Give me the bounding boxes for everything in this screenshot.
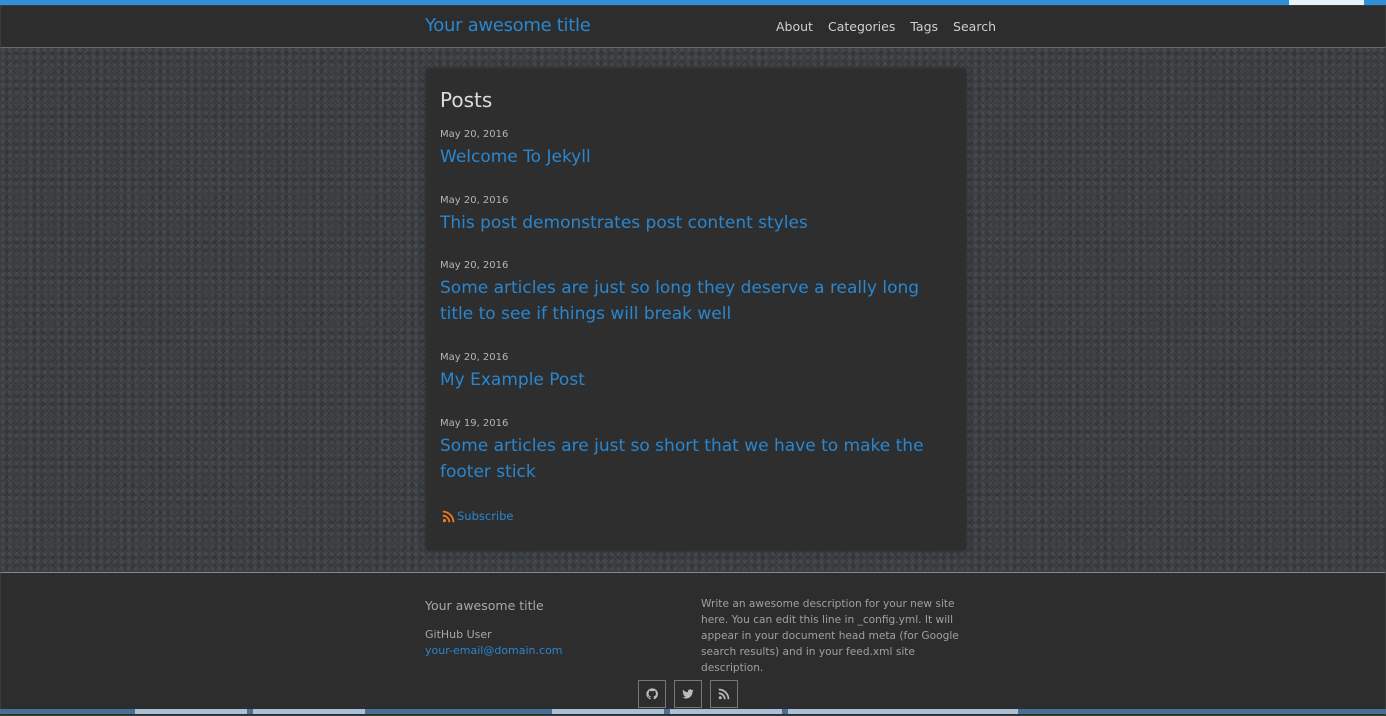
post-date: May 19, 2016 (440, 418, 509, 429)
rss-button[interactable] (710, 680, 738, 708)
taskbar-item[interactable] (670, 709, 782, 714)
nav-categories[interactable]: Categories (828, 19, 895, 34)
posts-panel: Posts May 20, 2016 Welcome To Jekyll May… (426, 69, 966, 550)
post-date: May 20, 2016 (440, 260, 509, 271)
footer-email-link[interactable]: your-email@domain.com (425, 644, 563, 657)
subscribe-label: Subscribe (457, 509, 514, 523)
nav-search[interactable]: Search (953, 19, 996, 34)
footer-description: Write an awesome description for your ne… (701, 598, 959, 674)
rss-icon (718, 688, 730, 700)
post-title-link[interactable]: Some articles are just so long they dese… (440, 275, 940, 327)
taskbar-item[interactable] (253, 709, 365, 714)
taskbar-item[interactable] (135, 709, 247, 714)
post-item: May 20, 2016 My Example Post (440, 352, 940, 393)
post-title-link[interactable]: Some articles are just so short that we … (440, 433, 940, 485)
os-taskbar (0, 709, 1386, 714)
site-title-link[interactable]: Your awesome title (425, 15, 591, 36)
post-item: May 20, 2016 Some articles are just so l… (440, 260, 940, 327)
post-title-link[interactable]: This post demonstrates post content styl… (440, 210, 940, 236)
nav-tags[interactable]: Tags (910, 19, 938, 34)
site-footer: Your awesome title GitHub User your-emai… (0, 572, 1386, 716)
post-title-link[interactable]: My Example Post (440, 367, 940, 393)
github-button[interactable] (638, 680, 666, 708)
site-header: Your awesome title About Categories Tags… (0, 5, 1386, 48)
taskbar-item[interactable] (788, 709, 1018, 714)
footer-title: Your awesome title (425, 598, 544, 613)
page-title: Posts (440, 88, 493, 112)
post-date: May 20, 2016 (440, 352, 509, 363)
main-nav: About Categories Tags Search (776, 19, 996, 34)
post-date: May 20, 2016 (440, 195, 509, 206)
twitter-button[interactable] (674, 680, 702, 708)
post-item: May 19, 2016 Some articles are just so s… (440, 418, 940, 485)
post-date: May 20, 2016 (440, 129, 509, 140)
post-item: May 20, 2016 Welcome To Jekyll (440, 129, 940, 170)
taskbar-item[interactable] (552, 709, 664, 714)
social-links (638, 680, 738, 708)
nav-about[interactable]: About (776, 19, 813, 34)
subscribe-link[interactable]: Subscribe (442, 509, 514, 523)
github-icon (646, 688, 658, 700)
twitter-icon (682, 689, 694, 699)
rss-icon (442, 510, 455, 522)
footer-user: GitHub User (425, 628, 492, 641)
post-item: May 20, 2016 This post demonstrates post… (440, 195, 940, 236)
post-title-link[interactable]: Welcome To Jekyll (440, 144, 940, 170)
